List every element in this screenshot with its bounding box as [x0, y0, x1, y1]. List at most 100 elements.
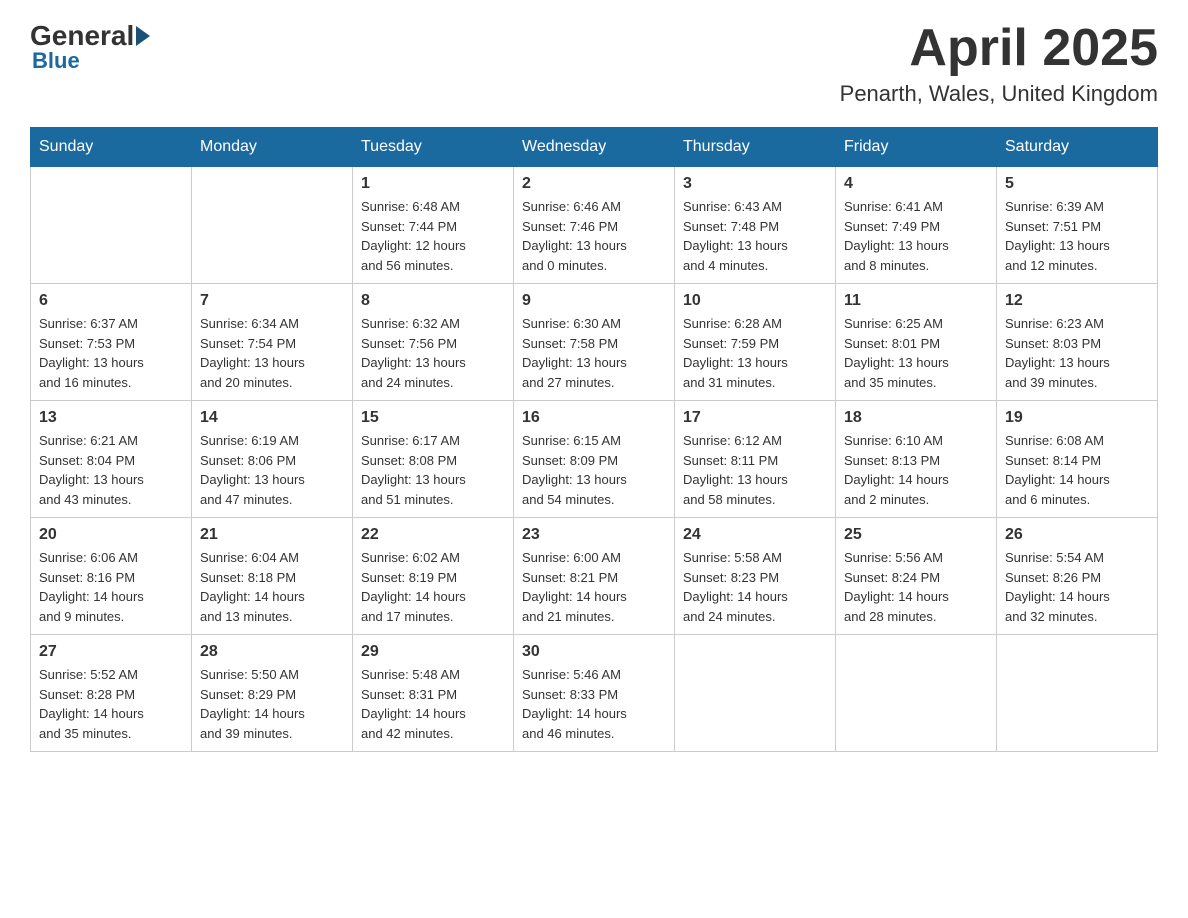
day-number: 24 [683, 526, 827, 544]
calendar-cell: 18Sunrise: 6:10 AM Sunset: 8:13 PM Dayli… [836, 401, 997, 518]
day-number: 25 [844, 526, 988, 544]
day-number: 3 [683, 175, 827, 193]
day-of-week-header: Monday [192, 128, 353, 167]
day-number: 27 [39, 643, 183, 661]
calendar-cell: 15 Sunrise: 6:17 AM Sunset: 8:08 PM Dayli… [353, 401, 514, 518]
day-info: Sunrise: 6:25 AM Sunset: 8:01 PM Dayligh… [844, 314, 988, 392]
day-info: Sunrise: 6:06 AM Sunset: 8:16 PM Dayligh… [39, 548, 183, 626]
calendar-cell [836, 635, 997, 752]
calendar-cell: 10 Sunrise: 6:28 AM Sunset: 7:59 PM Dayli… [675, 284, 836, 401]
day-number: 14 [200, 409, 344, 427]
day-info: Sunrise: 6:37 AM Sunset: 7:53 PM Dayligh… [39, 314, 183, 392]
day-info: Sunrise: 5:56 AM Sunset: 8:24 PM Dayligh… [844, 548, 988, 626]
day-of-week-header: Saturday [997, 128, 1158, 167]
day-info: Sunrise: 6:17 AM Sunset: 8:08 PM Dayligh… [361, 431, 505, 509]
day-number: 10 [683, 292, 827, 310]
day-info: Sunrise: 6:04 AM Sunset: 8:18 PM Dayligh… [200, 548, 344, 626]
day-number: 8 [361, 292, 505, 310]
day-info: Sunrise: 6:12 AM Sunset: 8:11 PM Dayligh… [683, 431, 827, 509]
day-number: 15 [361, 409, 505, 427]
calendar-cell: 17 Sunrise: 6:12 AM Sunset: 8:11 PM Dayli… [675, 401, 836, 518]
day-info: Sunrise: 5:58 AM Sunset: 8:23 PM Dayligh… [683, 548, 827, 626]
day-info: Sunrise: 6:19 AM Sunset: 8:06 PM Dayligh… [200, 431, 344, 509]
day-info: Sunrise: 6:21 AM Sunset: 8:04 PM Dayligh… [39, 431, 183, 509]
day-number: 17 [683, 409, 827, 427]
day-info: Sunrise: 6:28 AM Sunset: 7:59 PM Dayligh… [683, 314, 827, 392]
day-info: Sunrise: 6:30 AM Sunset: 7:58 PM Dayligh… [522, 314, 666, 392]
calendar-cell: 13 Sunrise: 6:21 AM Sunset: 8:04 PM Dayli… [31, 401, 192, 518]
day-number: 20 [39, 526, 183, 544]
day-info: Sunrise: 6:48 AM Sunset: 7:44 PM Dayligh… [361, 197, 505, 275]
day-number: 1 [361, 175, 505, 193]
calendar-cell [31, 167, 192, 284]
day-info: Sunrise: 5:48 AM Sunset: 8:31 PM Dayligh… [361, 665, 505, 743]
location-title: Penarth, Wales, United Kingdom [840, 81, 1158, 107]
day-number: 29 [361, 643, 505, 661]
page-header: General Blue April 2025 Penarth, Wales, … [30, 20, 1158, 107]
calendar-cell [675, 635, 836, 752]
day-of-week-header: Sunday [31, 128, 192, 167]
day-info: Sunrise: 5:52 AM Sunset: 8:28 PM Dayligh… [39, 665, 183, 743]
calendar-cell: 22 Sunrise: 6:02 AM Sunset: 8:19 PM Dayli… [353, 518, 514, 635]
calendar-cell: 16Sunrise: 6:15 AM Sunset: 8:09 PM Dayli… [514, 401, 675, 518]
calendar-cell: 6 Sunrise: 6:37 AM Sunset: 7:53 PM Daylig… [31, 284, 192, 401]
calendar-cell: 12Sunrise: 6:23 AM Sunset: 8:03 PM Dayli… [997, 284, 1158, 401]
day-of-week-header: Tuesday [353, 128, 514, 167]
day-info: Sunrise: 6:34 AM Sunset: 7:54 PM Dayligh… [200, 314, 344, 392]
calendar-cell: 5Sunrise: 6:39 AM Sunset: 7:51 PM Daylig… [997, 167, 1158, 284]
calendar-cell: 27 Sunrise: 5:52 AM Sunset: 8:28 PM Dayli… [31, 635, 192, 752]
day-number: 21 [200, 526, 344, 544]
calendar-cell: 3 Sunrise: 6:43 AM Sunset: 7:48 PM Daylig… [675, 167, 836, 284]
day-number: 22 [361, 526, 505, 544]
day-info: Sunrise: 6:15 AM Sunset: 8:09 PM Dayligh… [522, 431, 666, 509]
day-info: Sunrise: 5:50 AM Sunset: 8:29 PM Dayligh… [200, 665, 344, 743]
calendar-cell: 14 Sunrise: 6:19 AM Sunset: 8:06 PM Dayli… [192, 401, 353, 518]
day-number: 26 [1005, 526, 1149, 544]
day-info: Sunrise: 6:41 AM Sunset: 7:49 PM Dayligh… [844, 197, 988, 275]
calendar-cell [997, 635, 1158, 752]
day-info: Sunrise: 6:46 AM Sunset: 7:46 PM Dayligh… [522, 197, 666, 275]
calendar-cell: 24 Sunrise: 5:58 AM Sunset: 8:23 PM Dayli… [675, 518, 836, 635]
calendar-cell: 2 Sunrise: 6:46 AM Sunset: 7:46 PM Daylig… [514, 167, 675, 284]
calendar-week-row: 27 Sunrise: 5:52 AM Sunset: 8:28 PM Dayli… [31, 635, 1158, 752]
day-number: 12 [1005, 292, 1149, 310]
calendar-cell: 20 Sunrise: 6:06 AM Sunset: 8:16 PM Dayli… [31, 518, 192, 635]
day-info: Sunrise: 6:32 AM Sunset: 7:56 PM Dayligh… [361, 314, 505, 392]
logo: General Blue [30, 20, 152, 74]
day-number: 13 [39, 409, 183, 427]
day-number: 30 [522, 643, 666, 661]
calendar-cell: 1 Sunrise: 6:48 AM Sunset: 7:44 PM Daylig… [353, 167, 514, 284]
calendar-cell: 23Sunrise: 6:00 AM Sunset: 8:21 PM Dayli… [514, 518, 675, 635]
calendar-cell [192, 167, 353, 284]
calendar-cell: 9Sunrise: 6:30 AM Sunset: 7:58 PM Daylig… [514, 284, 675, 401]
calendar-cell: 26Sunrise: 5:54 AM Sunset: 8:26 PM Dayli… [997, 518, 1158, 635]
calendar-cell: 11 Sunrise: 6:25 AM Sunset: 8:01 PM Dayli… [836, 284, 997, 401]
calendar-cell: 29 Sunrise: 5:48 AM Sunset: 8:31 PM Dayli… [353, 635, 514, 752]
calendar-cell: 19 Sunrise: 6:08 AM Sunset: 8:14 PM Dayli… [997, 401, 1158, 518]
day-number: 28 [200, 643, 344, 661]
day-number: 5 [1005, 175, 1149, 193]
day-info: Sunrise: 6:43 AM Sunset: 7:48 PM Dayligh… [683, 197, 827, 275]
calendar-week-row: 1 Sunrise: 6:48 AM Sunset: 7:44 PM Daylig… [31, 167, 1158, 284]
day-number: 19 [1005, 409, 1149, 427]
calendar-cell: 25 Sunrise: 5:56 AM Sunset: 8:24 PM Dayli… [836, 518, 997, 635]
day-number: 18 [844, 409, 988, 427]
day-info: Sunrise: 6:00 AM Sunset: 8:21 PM Dayligh… [522, 548, 666, 626]
day-number: 11 [844, 292, 988, 310]
calendar-week-row: 6 Sunrise: 6:37 AM Sunset: 7:53 PM Daylig… [31, 284, 1158, 401]
day-number: 2 [522, 175, 666, 193]
day-of-week-header: Friday [836, 128, 997, 167]
calendar-header-row: SundayMondayTuesdayWednesdayThursdayFrid… [31, 128, 1158, 167]
day-info: Sunrise: 6:08 AM Sunset: 8:14 PM Dayligh… [1005, 431, 1149, 509]
logo-blue-text: Blue [32, 48, 80, 74]
calendar-table: SundayMondayTuesdayWednesdayThursdayFrid… [30, 127, 1158, 752]
month-title: April 2025 [840, 20, 1158, 77]
title-section: April 2025 Penarth, Wales, United Kingdo… [840, 20, 1158, 107]
day-number: 4 [844, 175, 988, 193]
day-of-week-header: Wednesday [514, 128, 675, 167]
day-number: 6 [39, 292, 183, 310]
calendar-cell: 8 Sunrise: 6:32 AM Sunset: 7:56 PM Daylig… [353, 284, 514, 401]
day-number: 7 [200, 292, 344, 310]
calendar-cell: 4 Sunrise: 6:41 AM Sunset: 7:49 PM Daylig… [836, 167, 997, 284]
day-info: Sunrise: 6:02 AM Sunset: 8:19 PM Dayligh… [361, 548, 505, 626]
